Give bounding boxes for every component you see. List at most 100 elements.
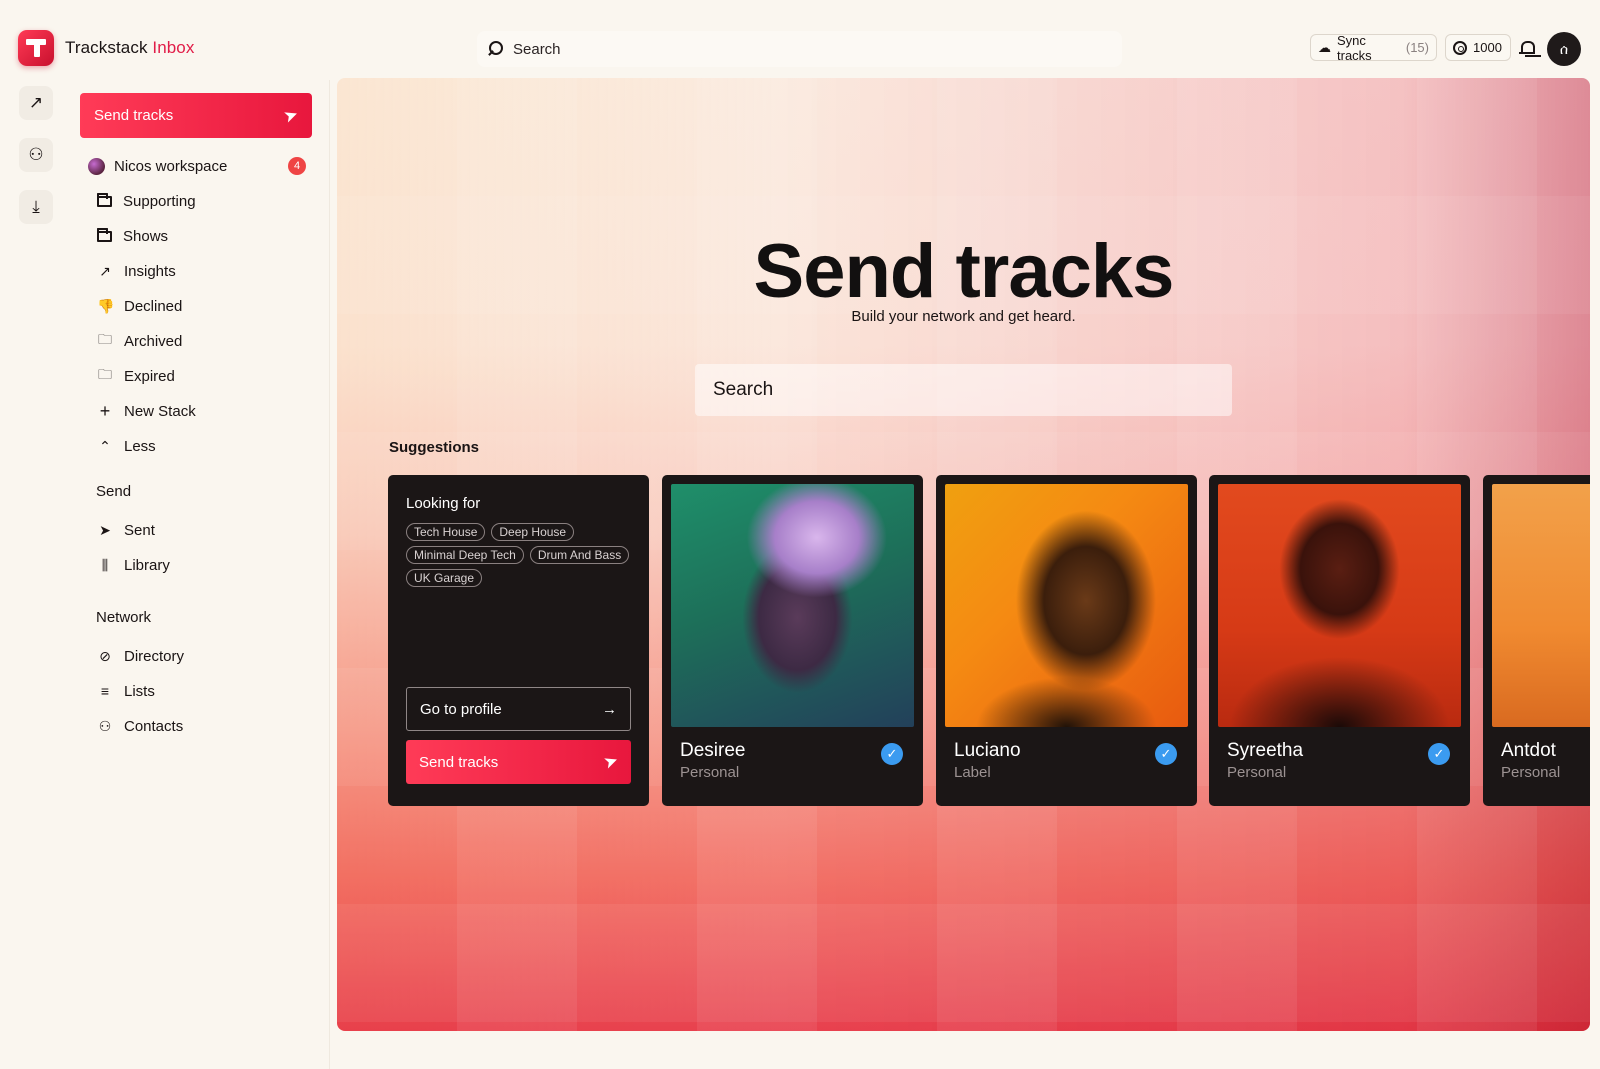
go-to-profile-label: Go to profile [420,700,502,718]
sidebar-item-label: Less [124,437,156,455]
genre-tag: Tech House [406,523,486,541]
main-panel: Send tracks Build your network and get h… [337,78,1590,1031]
user-avatar[interactable]: ሰ [1547,32,1581,66]
folder-icon [97,227,112,242]
profile-role: Label [954,764,991,781]
rail-inbox-button[interactable]: ⤓ [19,190,53,224]
sidebar-item-label: New Stack [124,402,196,420]
sidebar-item-label: Declined [124,297,183,315]
credits-value: 1000 [1473,40,1502,55]
paper-plane-icon: ➤ [280,103,301,127]
genre-tags: Tech House Deep House Minimal Deep Tech … [406,523,636,587]
sidebar-item-label: Library [124,556,170,574]
suggestions-title: Suggestions [389,439,480,456]
sidebar-item-supporting[interactable]: Supporting [97,190,196,212]
brand-title: Trackstack Inbox [65,38,194,58]
folder-icon [97,192,112,207]
page-subtitle: Build your network and get heard. [851,308,1076,325]
sidebar-item-lists[interactable]: ≡ Lists [97,680,155,702]
sidebar-item-new-stack[interactable]: + New Stack [97,400,196,422]
download-icon: ⤓ [32,197,40,216]
sidebar-item-label: Directory [124,647,185,665]
go-to-profile-button[interactable]: Go to profile → [406,687,631,731]
profile-card-syreetha[interactable]: Syreetha Personal ✓ [1209,475,1470,806]
workspace-avatar [88,157,105,175]
main-search-placeholder: Search [713,379,774,400]
trend-up-icon: ↗ [99,262,111,279]
workspace-selector[interactable]: Nicos workspace 4 [88,155,306,177]
paper-plane-icon: ➤ [99,521,111,538]
profile-name: Luciano [954,740,1021,761]
expired-icon: 🗀 [98,366,112,382]
sidebar-item-directory[interactable]: ⊘ Directory [97,645,184,667]
verified-badge-icon: ✓ [1428,743,1450,765]
main-search-input[interactable]: Search [695,364,1232,416]
chevron-up-icon: ⌃ [99,437,111,454]
profile-role: Personal [1227,764,1287,781]
card-send-tracks-label: Send tracks [419,753,499,771]
top-search-input[interactable]: Search [477,31,1122,67]
network-section-title: Network [96,609,152,626]
rail-network-button[interactable]: ⚇ [19,138,53,172]
trackstack-logo-icon[interactable] [18,30,54,66]
profile-card-antdot[interactable]: Antdot Personal [1483,475,1590,806]
cloud-sync-icon: ☁ [1318,39,1331,55]
sidebar-item-label: Sent [124,521,155,539]
sidebar-item-expired[interactable]: 🗀 Expired [97,365,175,387]
paper-plane-icon: ➤ [600,750,621,773]
sidebar-item-declined[interactable]: 👎 Declined [97,295,182,317]
sidebar-item-sent[interactable]: ➤ Sent [97,519,155,541]
sidebar-item-label: Shows [123,227,169,245]
sidebar-item-contacts[interactable]: ⚇ Contacts [97,715,183,737]
sidebar-send-tracks-button[interactable]: Send tracks ➤ [80,93,312,138]
sync-tracks-button[interactable]: ☁ Sync tracks (15) [1310,32,1437,63]
sync-tracks-count: (15) [1405,40,1429,55]
page-title: Send tracks [753,229,1175,314]
sidebar: Send tracks ➤ Nicos workspace 4 Supporti… [62,80,330,1069]
profile-photo [945,484,1188,727]
thumbs-down-icon: 👎 [97,297,115,314]
sidebar-item-library[interactable]: ⫼ Library [97,554,170,576]
genre-tag: Minimal Deep Tech [406,546,524,564]
sidebar-item-archived[interactable]: 🗀 Archived [97,330,182,352]
brand-section: Inbox [152,38,195,57]
profile-name: Syreetha [1227,740,1304,761]
send-section-title: Send [96,483,132,500]
sidebar-item-label: Lists [124,682,155,700]
search-icon [487,41,503,57]
looking-for-card: Looking for Tech House Deep House Minima… [388,475,649,806]
plus-icon: + [99,400,111,421]
sidebar-item-label: Expired [124,367,175,385]
top-search-placeholder: Search [513,40,561,58]
brand-name: Trackstack [65,38,148,57]
credits-button[interactable]: 1000 [1445,34,1511,61]
profile-role: Personal [1501,764,1561,781]
sidebar-item-less[interactable]: ⌃ Less [97,435,156,457]
rail-send-button[interactable]: ↗ [19,86,53,120]
coins-icon [1453,40,1467,55]
sidebar-item-shows[interactable]: Shows [97,225,168,247]
list-icon: ≡ [100,683,110,699]
library-icon: ⫼ [101,556,109,573]
profile-photo [1218,484,1461,727]
genre-tag: Drum And Bass [529,546,630,564]
sync-tracks-label: Sync tracks [1337,32,1372,63]
workspace-name: Nicos workspace [114,157,228,175]
notifications-bell-icon[interactable] [1519,40,1535,58]
profile-photo [671,484,914,727]
people-icon: ⚇ [28,145,44,164]
profile-card-desiree[interactable]: Desiree Personal ✓ [662,475,923,806]
profile-name: Desiree [680,740,746,761]
sidebar-send-tracks-label: Send tracks [94,107,174,124]
verified-badge-icon: ✓ [881,743,903,765]
arrow-right-icon: → [602,700,617,718]
sidebar-item-insights[interactable]: ↗ Insights [97,260,176,282]
arrow-up-right-icon: ↗ [28,93,44,112]
sidebar-item-label: Supporting [123,192,196,210]
card-send-tracks-button[interactable]: Send tracks ➤ [406,740,631,784]
sidebar-item-label: Archived [124,332,183,350]
sidebar-item-label: Contacts [124,717,184,735]
profile-card-luciano[interactable]: Luciano Label ✓ [936,475,1197,806]
profile-photo [1492,484,1590,727]
genre-tag: UK Garage [406,569,483,587]
